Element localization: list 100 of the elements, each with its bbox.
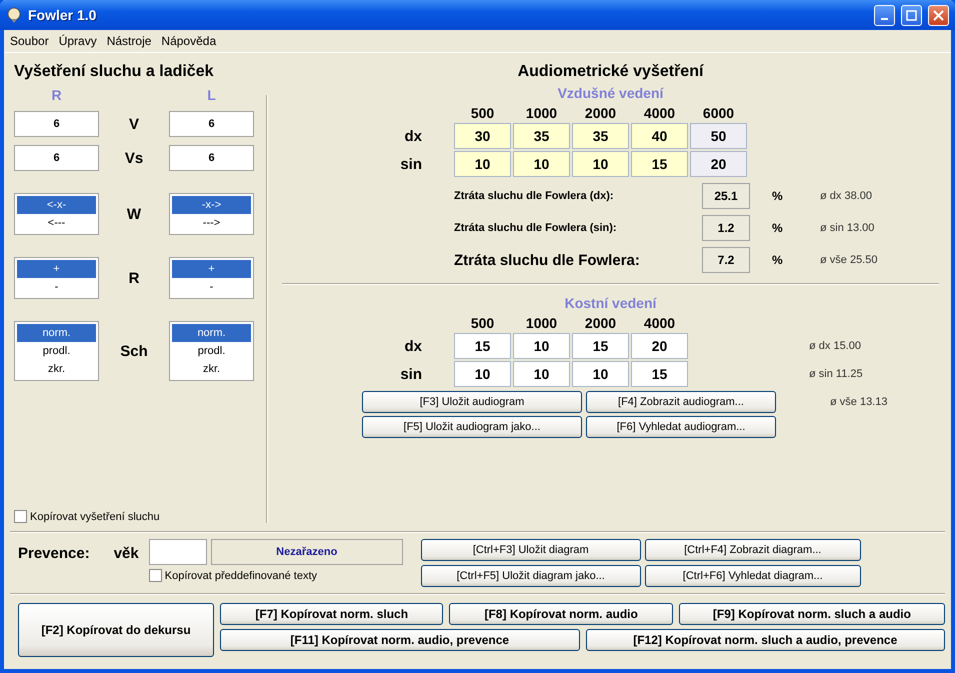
option-list[interactable]: + - (169, 257, 254, 299)
button[interactable]: [F6] Vyhledat audiogram... (586, 416, 776, 438)
button[interactable]: [F9] Kopírovat norm. sluch a audio (678, 603, 945, 625)
button[interactable]: [F12] Kopírovat norm. sluch a audio, prevence (586, 629, 945, 651)
unit-label: % (771, 189, 784, 203)
input-field[interactable]: 35 (513, 123, 570, 149)
average-label: ø sin 11.25 (808, 368, 864, 380)
field-label: věk (114, 545, 139, 564)
frequency-header: 500 (470, 105, 496, 121)
button[interactable]: [F2] Kopírovat do dekursu (18, 603, 214, 657)
row-label: dx (403, 338, 423, 354)
frequency-header: 2000 (584, 315, 618, 331)
section-label: Prevence: (18, 545, 90, 564)
button[interactable]: [F7] Kopírovat norm. sluch (220, 603, 444, 625)
unit-label: % (771, 221, 784, 235)
button[interactable]: [F4] Zobrazit audiogram... (586, 391, 776, 413)
subsection-title: Vzdušné vedení (556, 85, 665, 101)
frequency-header: 1000 (524, 105, 558, 121)
input-field[interactable]: 6 (14, 111, 99, 137)
subsection-title: Kostní vedení (564, 295, 658, 311)
row-label: dx (403, 128, 423, 144)
menu-item[interactable]: Nástroje (106, 34, 152, 48)
average-label: ø dx 38.00 (820, 190, 872, 202)
column-header: L (206, 87, 217, 103)
input-field[interactable]: 6 (14, 145, 99, 171)
loss-label: Ztráta sluchu dle Fowlera: (454, 252, 641, 268)
menu-item[interactable]: Úpravy (58, 34, 97, 48)
minimize-icon (881, 18, 888, 20)
age-field[interactable] (148, 539, 207, 565)
input-field[interactable]: 6 (169, 111, 254, 137)
app-icon (6, 7, 22, 23)
row-label: Sch (119, 342, 149, 360)
list-option[interactable]: norm. (17, 324, 96, 342)
frequency-header: 500 (470, 315, 496, 331)
category-field: Nezařazeno (210, 539, 403, 565)
frequency-header: 4000 (642, 105, 676, 121)
close-button[interactable] (928, 4, 949, 26)
loss-label: Ztráta sluchu dle Fowlera (sin): (454, 222, 618, 234)
input-field[interactable]: 35 (572, 123, 629, 149)
loss-label: Ztráta sluchu dle Fowlera (dx): (454, 190, 615, 202)
button[interactable]: [Ctrl+F3] Uložit diagram (420, 539, 641, 561)
maximize-icon (906, 10, 917, 20)
input-field[interactable]: 15 (631, 361, 688, 387)
input-field[interactable]: 10 (454, 361, 511, 387)
checkbox[interactable] (14, 510, 27, 523)
list-option[interactable]: + (172, 260, 251, 278)
input-field[interactable]: 10 (572, 361, 629, 387)
button[interactable]: [F11] Kopírovat norm. audio, prevence (220, 629, 580, 651)
option-list[interactable]: <-x- <--- (14, 193, 99, 235)
close-icon (933, 10, 944, 20)
input-field[interactable]: 15 (572, 333, 629, 359)
result-value: 7.2 (702, 247, 750, 273)
option-list[interactable]: + - (14, 257, 99, 299)
maximize-button[interactable] (901, 4, 922, 26)
list-option[interactable]: + (17, 260, 96, 278)
window-title: Fowler 1.0 (28, 7, 98, 23)
input-field[interactable]: 10 (513, 151, 570, 177)
option-list[interactable]: norm. prodl. zkr. (169, 321, 254, 381)
button[interactable]: [Ctrl+F5] Uložit diagram jako... (420, 564, 641, 586)
checkbox-label: Kopírovat předdefinované texty (164, 570, 318, 582)
option-list[interactable]: norm. prodl. zkr. (14, 321, 99, 381)
average-label: ø vše 25.50 (820, 254, 878, 266)
input-field[interactable]: 10 (513, 333, 570, 359)
input-field[interactable]: 20 (631, 333, 688, 359)
input-field[interactable]: 50 (690, 123, 747, 149)
input-field[interactable]: 30 (454, 123, 511, 149)
section-title: Audiometrické vyšetření (516, 63, 705, 81)
section-title: Vyšetření sluchu a ladiček (14, 63, 214, 81)
row-label: V (128, 116, 140, 132)
button[interactable]: [F3] Uložit audiogram (362, 391, 582, 413)
row-label: W (126, 206, 142, 222)
input-field[interactable]: 10 (454, 151, 511, 177)
input-field[interactable]: 10 (572, 151, 629, 177)
frequency-header: 4000 (642, 315, 676, 331)
button[interactable]: [Ctrl+F6] Vyhledat diagram... (644, 564, 861, 586)
menu-item[interactable]: Nápověda (161, 34, 216, 48)
option-list[interactable]: -x-> ---> (169, 193, 254, 235)
input-field[interactable]: 10 (513, 361, 570, 387)
result-value: 25.1 (702, 183, 750, 209)
frequency-header: 6000 (702, 105, 736, 121)
list-option[interactable]: norm. (172, 324, 251, 342)
button[interactable]: [F8] Kopírovat norm. audio (449, 603, 673, 625)
menu-item[interactable]: Soubor (10, 34, 49, 48)
row-label: Vs (124, 150, 144, 166)
average-label: ø dx 15.00 (808, 340, 862, 352)
checkbox-label: Kopírovat vyšetření sluchu (30, 510, 160, 522)
average-label: ø sin 13.00 (820, 222, 874, 234)
list-option[interactable]: -x-> (172, 196, 251, 214)
input-field[interactable]: 15 (454, 333, 511, 359)
button[interactable]: [Ctrl+F4] Zobrazit diagram... (644, 539, 861, 561)
checkbox[interactable] (148, 569, 162, 582)
row-label: R (128, 270, 140, 286)
frequency-header: 1000 (524, 315, 558, 331)
input-field[interactable]: 6 (169, 145, 254, 171)
list-option[interactable]: <-x- (17, 196, 96, 214)
input-field[interactable]: 20 (690, 151, 747, 177)
input-field[interactable]: 15 (631, 151, 688, 177)
input-field[interactable]: 40 (631, 123, 688, 149)
button[interactable]: [F5] Uložit audiogram jako... (362, 416, 582, 438)
minimize-button[interactable] (874, 4, 895, 26)
